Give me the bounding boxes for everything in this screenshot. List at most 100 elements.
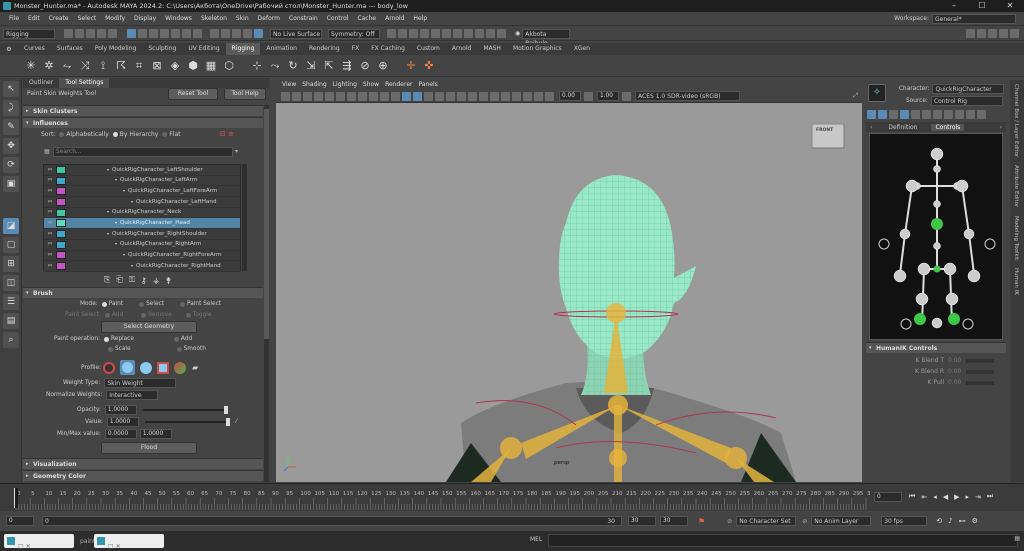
shelf-tab-rendering[interactable]: Rendering bbox=[303, 43, 346, 55]
viewport-menu-lighting[interactable]: Lighting bbox=[333, 80, 357, 90]
shelf-tab-motion-graphics[interactable]: Motion Graphics bbox=[507, 43, 568, 55]
shelf-tab-custom[interactable]: Custom bbox=[411, 43, 446, 55]
arnold-icon[interactable] bbox=[442, 29, 451, 38]
viewport-menu-shading[interactable]: Shading bbox=[302, 80, 326, 90]
hypershade-icon[interactable] bbox=[420, 29, 429, 38]
reset-tool-button[interactable]: Reset Tool bbox=[168, 88, 218, 100]
hik-hips-effector[interactable] bbox=[931, 218, 943, 230]
shelf-tab-fx-caching[interactable]: FX Caching bbox=[365, 43, 411, 55]
tree-expand-icon[interactable]: ▾ bbox=[131, 197, 133, 208]
current-time-indicator[interactable] bbox=[14, 488, 18, 508]
opacity-field[interactable]: 1.0000 bbox=[104, 405, 137, 415]
wrap-icon[interactable]: ⬡ bbox=[222, 59, 236, 73]
wireframe-on-shaded-icon[interactable] bbox=[413, 91, 422, 101]
exposure-field[interactable]: 0.00 bbox=[559, 91, 581, 101]
lock-weights-icon[interactable]: ⇔ bbox=[44, 218, 56, 229]
tree-expand-icon[interactable]: ▾ bbox=[115, 175, 117, 186]
workspace-dropdown[interactable]: General* bbox=[932, 14, 1016, 24]
move-tool-icon[interactable]: ✥ bbox=[3, 138, 19, 154]
tool-settings-scrollbar[interactable] bbox=[264, 105, 269, 482]
influence-color-swatch[interactable] bbox=[56, 197, 66, 206]
radio-smooth[interactable] bbox=[176, 346, 182, 352]
hik-head[interactable] bbox=[930, 147, 944, 161]
menu-modify[interactable]: Modify bbox=[105, 12, 125, 26]
rotate-tool-icon[interactable]: ⟳ bbox=[3, 157, 19, 173]
paint-weights-icon[interactable]: ◈ bbox=[168, 59, 182, 73]
key-mode-icon[interactable]: ⊷ bbox=[959, 517, 966, 525]
radio-alphabetically[interactable] bbox=[59, 132, 65, 137]
humanik-controls-section[interactable]: ▾ HumanIK Controls bbox=[866, 342, 1006, 353]
new-scene-icon[interactable] bbox=[64, 29, 73, 38]
search-dropdown-icon[interactable]: ▾ bbox=[235, 148, 238, 155]
select-geometry-button[interactable]: Select Geometry bbox=[101, 321, 197, 333]
opacity-slider[interactable] bbox=[142, 406, 228, 414]
humanik-icon[interactable] bbox=[977, 29, 986, 38]
influence-row[interactable]: ⇔ ▾ QuickRigCharacter_LeftForeArm bbox=[44, 186, 240, 198]
render-icon[interactable] bbox=[387, 29, 396, 38]
influence-scrollbar[interactable] bbox=[242, 164, 247, 271]
xray-joints-icon[interactable] bbox=[468, 91, 477, 101]
influence-color-swatch[interactable] bbox=[56, 165, 66, 174]
render-view-icon[interactable] bbox=[431, 29, 440, 38]
radio-mode-select[interactable] bbox=[139, 301, 145, 307]
graph-layout-icon[interactable]: ▤ bbox=[3, 313, 19, 329]
paste-weights-icon[interactable]: ⎗ bbox=[116, 275, 122, 285]
eyedropper-icon[interactable]: ⁄ bbox=[236, 417, 237, 427]
flood-button[interactable]: Flood bbox=[101, 442, 197, 454]
body-part-icon[interactable] bbox=[878, 110, 887, 119]
lock-weights-icon[interactable]: ⇔ bbox=[44, 197, 56, 208]
paint-select-tool-icon[interactable]: ✎ bbox=[3, 119, 19, 135]
smooth-shade-icon[interactable] bbox=[402, 91, 411, 101]
fps-dropdown[interactable]: 30 fps bbox=[881, 516, 928, 526]
step-back-key-icon[interactable]: ⇤ bbox=[921, 493, 927, 501]
lock-weights-icon[interactable]: ⇔ bbox=[44, 261, 56, 272]
influence-row[interactable]: ⇔ ▾ QuickRigCharacter_RightArm bbox=[44, 239, 240, 251]
user-account-dropdown[interactable]: Akbota Baibulo... bbox=[522, 28, 571, 47]
lighting-icon[interactable] bbox=[435, 91, 444, 101]
symmetry-dropdown[interactable]: Symmetry: Off bbox=[328, 28, 380, 39]
tree-expand-icon[interactable]: ▾ bbox=[115, 239, 117, 250]
modeling-toolkit-icon[interactable] bbox=[966, 29, 975, 38]
point-constraint-icon[interactable]: ⤳ bbox=[268, 59, 282, 73]
influence-color-swatch[interactable] bbox=[56, 219, 66, 228]
select-tool-icon[interactable]: ↖ bbox=[3, 81, 19, 97]
menu-select[interactable]: Select bbox=[78, 12, 97, 26]
hik-slider[interactable] bbox=[966, 380, 995, 385]
hold-weights-icon[interactable]: ⚿ bbox=[129, 275, 135, 285]
influence-row[interactable]: ⇔ ▾ QuickRigCharacter_RightForeArm bbox=[44, 250, 240, 262]
menu-cache[interactable]: Cache bbox=[357, 12, 376, 26]
tab-outliner[interactable]: Outliner bbox=[23, 78, 59, 88]
start-frame-field[interactable]: 0 bbox=[6, 516, 34, 526]
sound-icon[interactable]: ♪ bbox=[948, 517, 952, 525]
mask-icon[interactable] bbox=[182, 29, 191, 38]
tab-controls[interactable]: Controls bbox=[931, 123, 965, 131]
menu-control[interactable]: Control bbox=[327, 12, 349, 26]
value-field[interactable]: 1.0000 bbox=[106, 417, 139, 427]
safe-action-icon[interactable] bbox=[380, 91, 389, 101]
influence-row[interactable]: ⇔ ▾ QuickRigCharacter_Head bbox=[44, 218, 240, 230]
live-surface-field[interactable]: No Live Surface bbox=[270, 28, 322, 39]
save-scene-icon[interactable] bbox=[86, 29, 95, 38]
isolate-select-icon[interactable] bbox=[479, 91, 488, 101]
hik-left-hand-icon[interactable] bbox=[878, 238, 890, 250]
help-icon[interactable] bbox=[977, 110, 986, 119]
viewport-menu-panels[interactable]: Panels bbox=[418, 80, 437, 90]
bookmark-icon[interactable] bbox=[303, 91, 312, 101]
value-slider[interactable] bbox=[144, 418, 230, 426]
film-gate-icon[interactable] bbox=[336, 91, 345, 101]
mirror-pose-icon[interactable] bbox=[944, 110, 953, 119]
shelf-tab-fx[interactable]: FX bbox=[346, 43, 366, 55]
soft-brush-icon[interactable] bbox=[119, 360, 135, 375]
hik-right-toe-icon[interactable] bbox=[962, 318, 974, 330]
character-set-dropdown[interactable]: No Character Set bbox=[736, 516, 797, 526]
menu-deform[interactable]: Deform bbox=[258, 12, 280, 26]
lock-weights-icon[interactable]: ⇔ bbox=[44, 207, 56, 218]
attribute-editor-icon[interactable] bbox=[988, 29, 997, 38]
shelf-tab-surfaces[interactable]: Surfaces bbox=[51, 43, 89, 55]
settings-icon[interactable] bbox=[966, 110, 975, 119]
lock-weights-icon[interactable]: ⇔ bbox=[44, 239, 56, 250]
influence-row[interactable]: ⇔ ▾ QuickRigCharacter_LeftArm bbox=[44, 175, 240, 187]
parent-constraint-icon[interactable]: ⊹ bbox=[250, 59, 264, 73]
source-dropdown[interactable]: Control Rig bbox=[930, 96, 1003, 106]
auto-key-icon[interactable]: ⚑ bbox=[698, 517, 705, 526]
